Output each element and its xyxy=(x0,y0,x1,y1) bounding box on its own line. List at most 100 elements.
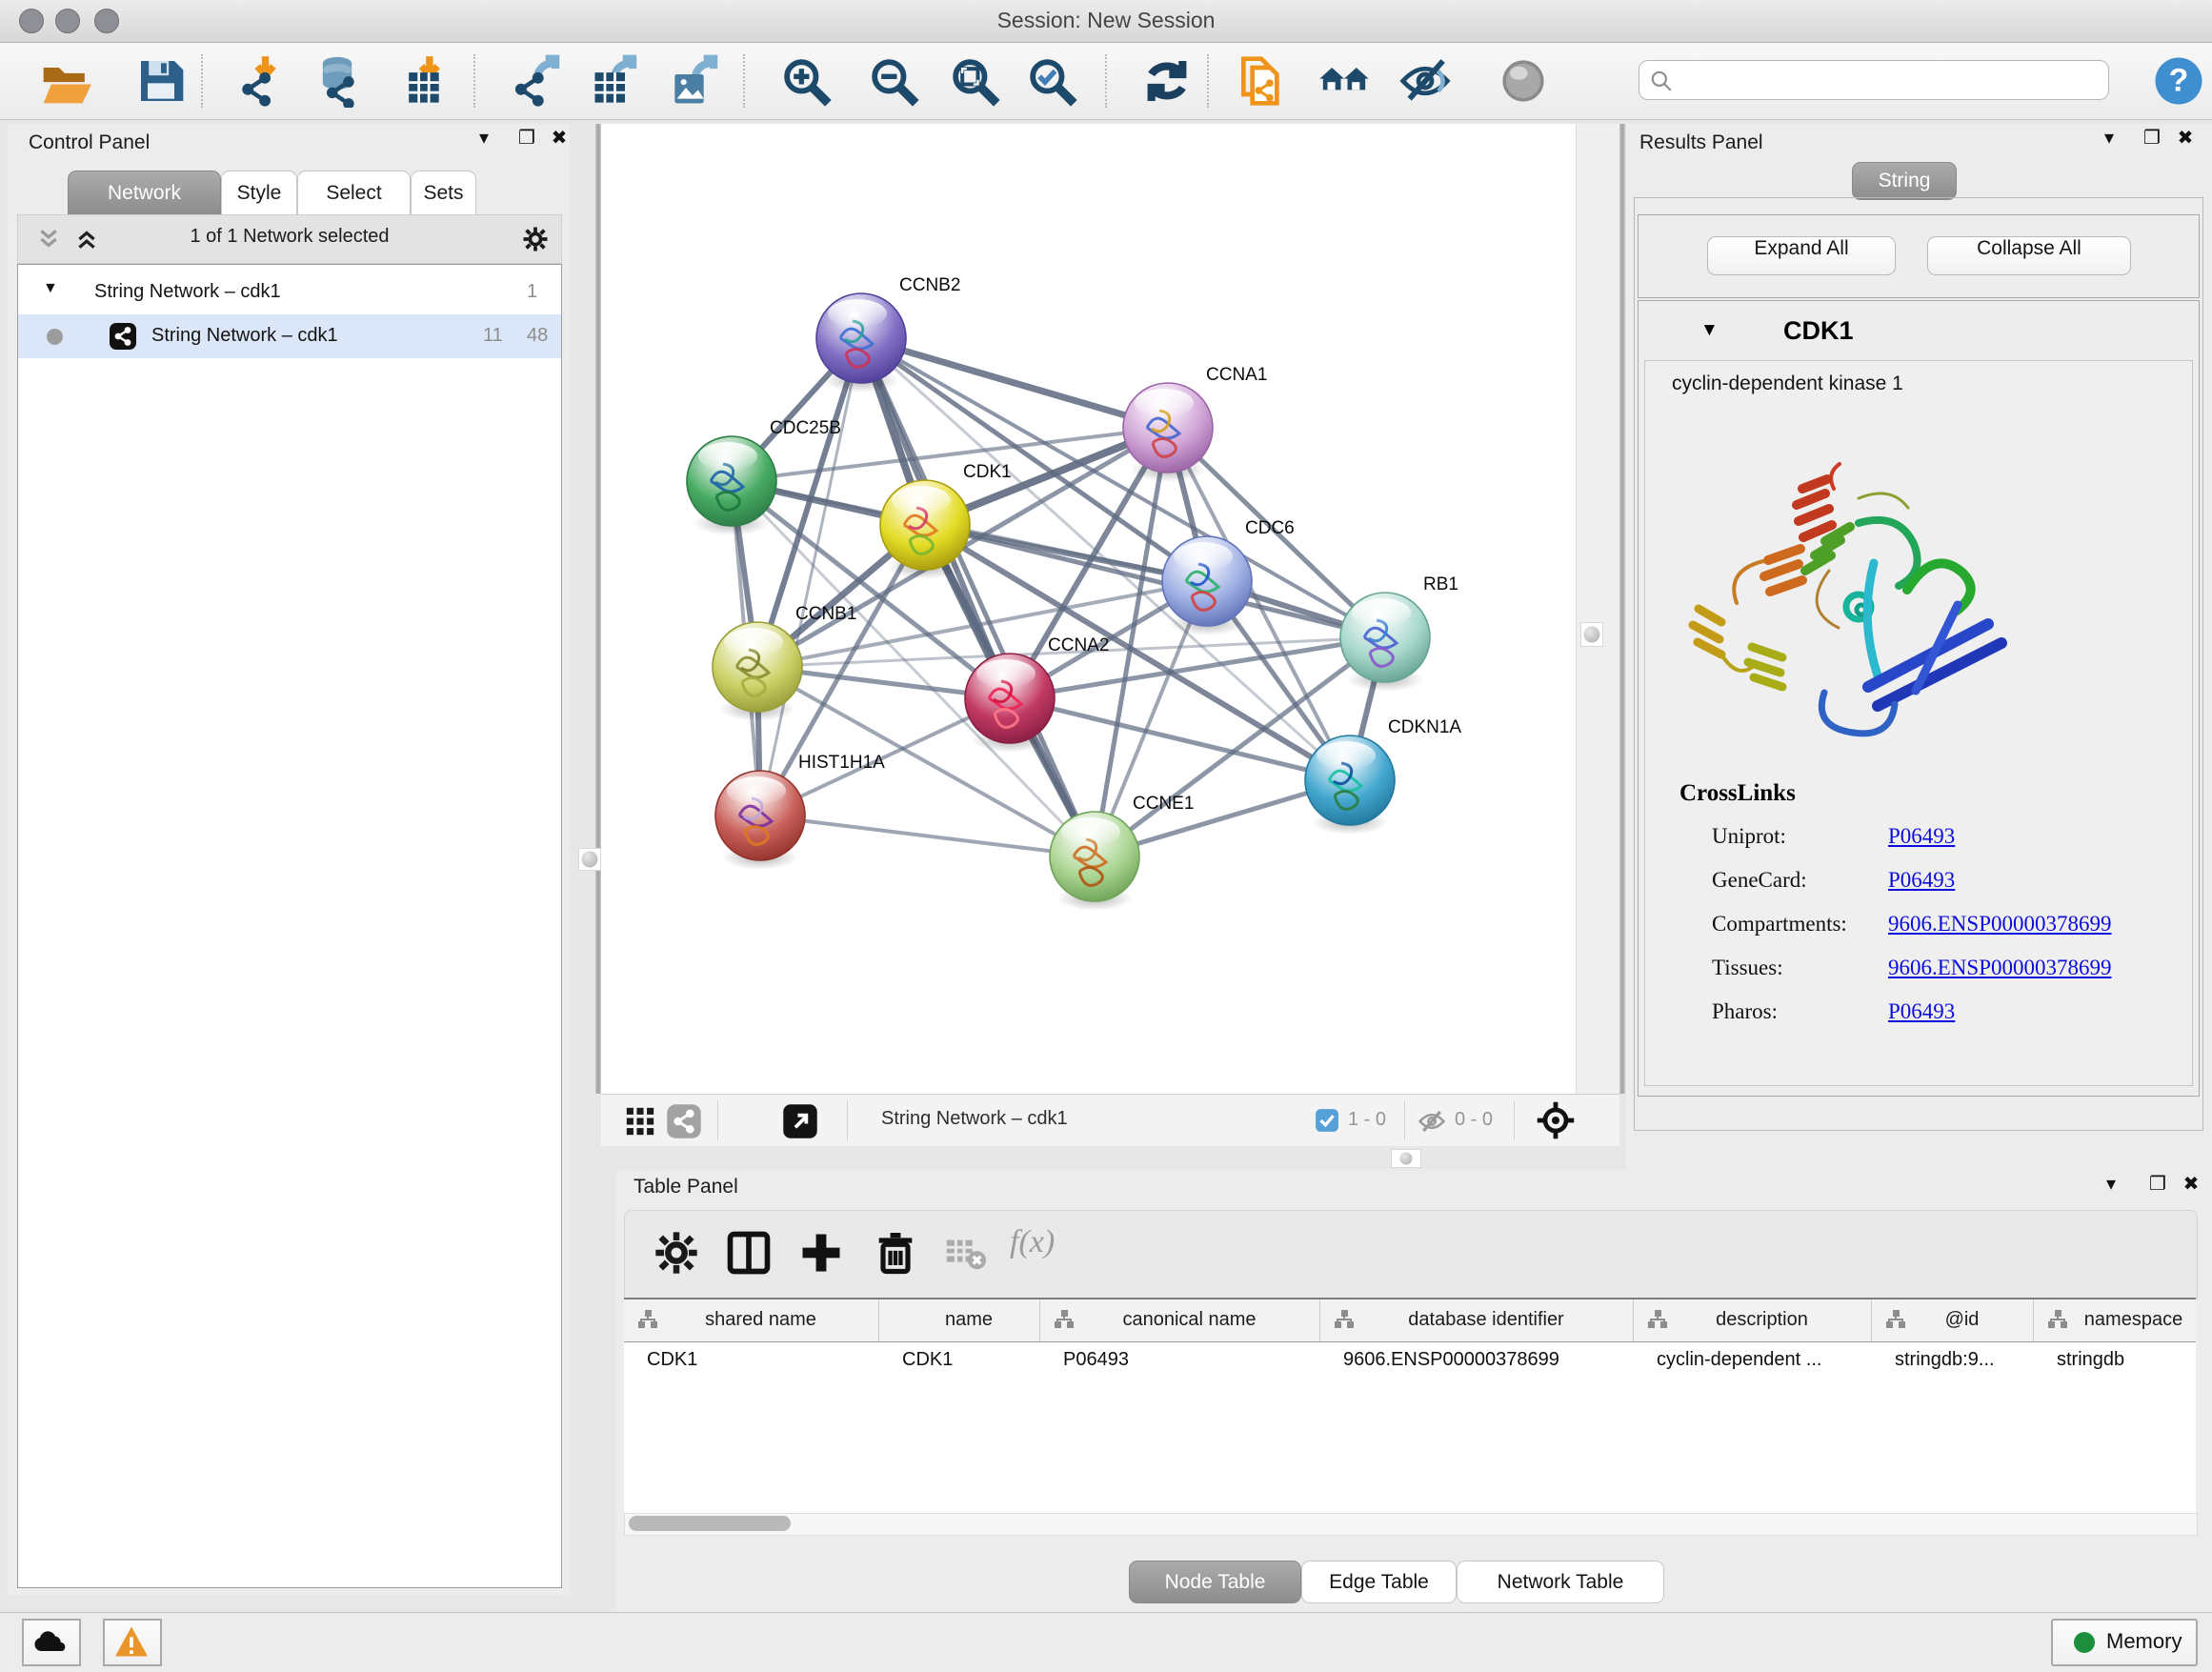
table-cell[interactable]: CDK1 xyxy=(647,1349,697,1371)
right-panel-divider[interactable] xyxy=(1619,124,1625,1094)
collection-count: 1 xyxy=(527,281,537,303)
gear-icon[interactable] xyxy=(521,225,550,253)
column-header[interactable]: namespace xyxy=(2034,1299,2196,1341)
column-header[interactable]: shared name xyxy=(624,1299,879,1341)
close-panel-icon[interactable]: ✖ xyxy=(2169,124,2202,152)
column-header[interactable]: canonical name xyxy=(1040,1299,1320,1341)
add-column-icon[interactable] xyxy=(796,1228,846,1278)
column-header[interactable]: description xyxy=(1634,1299,1872,1341)
table-cell[interactable]: 9606.ENSP00000378699 xyxy=(1343,1349,1559,1371)
control-panel: Control Panel ▾ ❐ ✖ NetworkStyleSelectSe… xyxy=(8,124,570,1596)
table-cell[interactable]: P06493 xyxy=(1063,1349,1129,1371)
open-session-icon[interactable] xyxy=(39,54,92,108)
panel-menu-icon[interactable]: ▾ xyxy=(2095,1170,2127,1199)
network-edge[interactable] xyxy=(760,816,1095,856)
close-panel-icon[interactable]: ✖ xyxy=(543,124,575,152)
show-columns-icon[interactable] xyxy=(724,1228,774,1278)
crosslink-link[interactable]: P06493 xyxy=(1888,999,1955,1024)
panel-menu-icon[interactable]: ▾ xyxy=(468,124,500,152)
zoom-selected-icon[interactable] xyxy=(1025,54,1078,108)
section-expander-icon[interactable]: ▼ xyxy=(1700,320,1719,341)
memory-button[interactable]: Memory xyxy=(2051,1619,2198,1666)
tab-style[interactable]: Style xyxy=(221,171,297,215)
network-node[interactable]: CDC6 xyxy=(1162,518,1295,635)
network-edge[interactable] xyxy=(760,338,861,816)
network-edge[interactable] xyxy=(861,338,1168,428)
float-panel-icon[interactable]: ❐ xyxy=(511,124,543,152)
right-divider-handle[interactable] xyxy=(1580,622,1603,647)
network-edge[interactable] xyxy=(861,338,1095,856)
column-header[interactable]: database identifier xyxy=(1320,1299,1634,1341)
clone-network-icon[interactable] xyxy=(1235,54,1288,108)
horizontal-divider-handle[interactable] xyxy=(1391,1149,1421,1168)
control-panel-title: Control Panel xyxy=(29,131,150,154)
crosslink-label: Compartments: xyxy=(1712,912,1847,937)
network-view-icon[interactable] xyxy=(666,1103,702,1139)
expand-all-button[interactable]: Expand All xyxy=(1707,236,1896,275)
column-header[interactable]: @id xyxy=(1872,1299,2034,1341)
export-image-icon[interactable] xyxy=(666,54,719,108)
warnings-button[interactable] xyxy=(103,1619,162,1666)
tab-select[interactable]: Select xyxy=(297,171,411,215)
export-network-icon[interactable] xyxy=(508,54,561,108)
table-cell[interactable]: CDK1 xyxy=(902,1349,953,1371)
network-row-selected[interactable]: String Network – cdk1 11 48 xyxy=(18,314,561,358)
network-collection-row[interactable]: ▼ String Network – cdk1 1 xyxy=(18,271,561,314)
panel-menu-icon[interactable]: ▾ xyxy=(2093,124,2125,152)
birdseye-toggle-icon[interactable] xyxy=(782,1103,818,1139)
save-session-icon[interactable] xyxy=(134,54,188,108)
close-panel-icon[interactable]: ✖ xyxy=(2175,1170,2207,1199)
zoom-fit-icon[interactable] xyxy=(948,54,1001,108)
zoom-in-icon[interactable] xyxy=(779,54,833,108)
table-cell[interactable]: cyclin-dependent ... xyxy=(1657,1349,1821,1371)
tab-string[interactable]: String xyxy=(1852,162,1957,200)
zoom-out-icon[interactable] xyxy=(867,54,920,108)
float-panel-icon[interactable]: ❐ xyxy=(2136,124,2168,152)
grid-view-icon[interactable] xyxy=(624,1105,656,1138)
table-horizontal-scrollbar[interactable] xyxy=(624,1513,2198,1536)
tab-sets[interactable]: Sets xyxy=(411,171,476,215)
sphere-icon[interactable] xyxy=(1497,54,1550,108)
crosslink-link[interactable]: 9606.ENSP00000378699 xyxy=(1888,956,2112,980)
import-network-file-icon[interactable] xyxy=(232,54,286,108)
network-node[interactable]: CDK1 xyxy=(880,462,1012,579)
network-node[interactable]: CCNA1 xyxy=(1123,365,1267,482)
network-node[interactable]: CCNB2 xyxy=(816,275,960,393)
import-table-icon[interactable] xyxy=(394,54,448,108)
table-cell[interactable]: stringdb:9... xyxy=(1895,1349,1995,1371)
delete-column-trash-icon[interactable] xyxy=(871,1228,920,1278)
tab-network-table[interactable]: Network Table xyxy=(1457,1561,1664,1603)
float-panel-icon[interactable]: ❐ xyxy=(2142,1170,2174,1199)
help-icon[interactable]: ? xyxy=(2152,54,2205,108)
crosslink-link[interactable]: 9606.ENSP00000378699 xyxy=(1888,912,2112,937)
gene-details: cyclin-dependent kinase 1 xyxy=(1644,360,2193,1086)
network-node[interactable]: HIST1H1A xyxy=(715,753,885,870)
search-field[interactable] xyxy=(1639,60,2109,100)
hidden-eye-icon[interactable] xyxy=(1417,1107,1447,1136)
network-node[interactable]: RB1 xyxy=(1340,574,1458,692)
export-table-icon[interactable] xyxy=(585,54,638,108)
tab-network[interactable]: Network xyxy=(68,171,221,215)
search-input[interactable] xyxy=(1681,63,2095,95)
table-panel: Table Panel ▾ ❐ ✖ xyxy=(616,1170,2202,1612)
refresh-icon[interactable] xyxy=(1140,54,1194,108)
gear-icon[interactable] xyxy=(652,1228,701,1278)
tab-edge-table[interactable]: Edge Table xyxy=(1301,1561,1457,1603)
home-pair-icon[interactable] xyxy=(1317,54,1371,108)
column-header[interactable]: name xyxy=(879,1299,1040,1341)
fit-content-crosshair-icon[interactable] xyxy=(1535,1099,1577,1141)
cloud-button[interactable] xyxy=(22,1619,81,1666)
selected-checkbox-icon[interactable] xyxy=(1315,1108,1339,1133)
import-network-database-icon[interactable] xyxy=(311,54,364,108)
scrollbar-thumb[interactable] xyxy=(629,1516,791,1531)
network-canvas[interactable]: CCNB2 CCNA1 CDC25B CDK1 CDC6 RB1 CCNB1 C… xyxy=(601,124,1576,1094)
crosslink-link[interactable]: P06493 xyxy=(1888,824,1955,849)
table-cell[interactable]: stringdb xyxy=(2057,1349,2124,1371)
crosslink-link[interactable]: P06493 xyxy=(1888,868,1955,893)
hide-unhide-icon[interactable] xyxy=(1398,54,1452,108)
collapse-all-button[interactable]: Collapse All xyxy=(1927,236,2131,275)
current-network-dot xyxy=(47,329,63,345)
tab-node-table[interactable]: Node Table xyxy=(1129,1561,1301,1603)
left-divider-handle[interactable] xyxy=(578,848,601,871)
tree-expander-icon[interactable]: ▼ xyxy=(43,280,58,297)
